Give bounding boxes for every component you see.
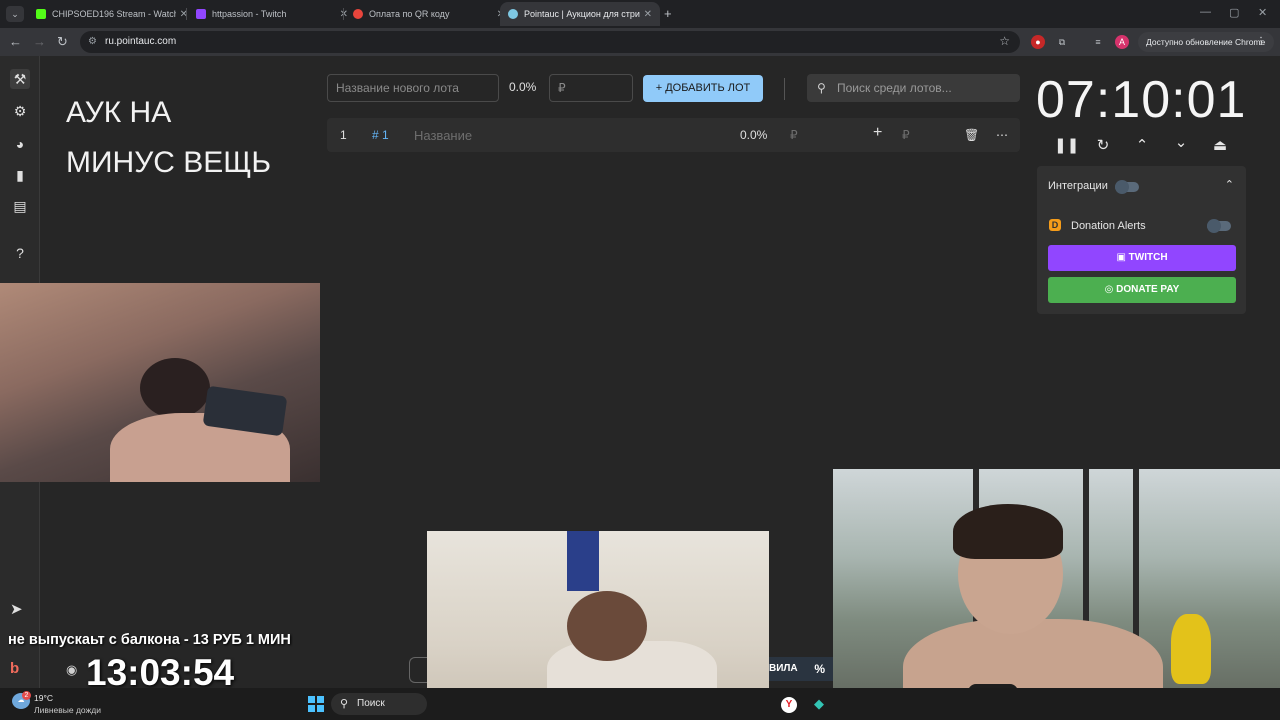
- toolbar-divider: [784, 78, 785, 100]
- webcam-feed-right: [833, 469, 1280, 720]
- tab-search-icon[interactable]: ⌄: [6, 6, 24, 22]
- taskbar-search[interactable]: ⚲ Поиск: [331, 693, 427, 715]
- taskbar-search-label: Поиск: [357, 698, 385, 709]
- tab-title: Оплата по QR коду: [369, 9, 450, 19]
- close-icon[interactable]: ✕: [644, 9, 652, 20]
- search-icon: ⚲: [817, 81, 826, 95]
- tab-pointauc[interactable]: Pointauc | Аукцион для стримеров ✕: [500, 2, 660, 26]
- twitch-favicon-icon: [196, 9, 206, 19]
- clipboard-icon[interactable]: ▤: [10, 196, 30, 216]
- stats-chart-icon[interactable]: ▮: [10, 165, 30, 185]
- donatepay-label: DONATE PAY: [1116, 284, 1180, 295]
- title-line-2: МИНУС ВЕЩЬ: [66, 146, 272, 179]
- integrations-label: Интеграции: [1048, 180, 1108, 192]
- auction-timer: 07:10:01: [1036, 71, 1247, 129]
- donatepay-button[interactable]: ◎ DONATE PAY: [1048, 277, 1236, 303]
- payment-favicon-icon: [353, 9, 363, 19]
- tab-title: httpassion - Twitch: [212, 9, 287, 19]
- browser-tab-bar: ⌄ CHIPSOED196 Stream - Watch Live ✕ http…: [0, 0, 1280, 28]
- twitch-label: TWITCH: [1128, 252, 1168, 263]
- wheel-icon[interactable]: ◕: [10, 134, 30, 154]
- temperature: 19°C: [34, 693, 53, 703]
- gavel-icon[interactable]: ⚒: [10, 69, 30, 89]
- chrome-update-button[interactable]: Доступно обновление Chrome ⋮: [1138, 32, 1274, 52]
- extension-icon[interactable]: ●: [1031, 35, 1045, 49]
- weather-description: Ливневые дожди: [34, 705, 101, 715]
- tab-qr-payment[interactable]: Оплата по QR коду ✕: [345, 2, 513, 26]
- tab-title: CHIPSOED196 Stream - Watch Live: [52, 9, 176, 19]
- lot-id: # 1: [372, 128, 389, 142]
- telegram-icon[interactable]: ➤: [10, 600, 23, 618]
- donation-alerts-icon: D: [1049, 219, 1061, 231]
- pause-icon[interactable]: ❚❚: [1054, 136, 1079, 156]
- rules-text: ВИЛА: [769, 663, 798, 674]
- trash-icon[interactable]: 🗑: [964, 128, 979, 142]
- lot-amount: ₽: [790, 128, 798, 142]
- webcam-feed-left: [0, 283, 320, 482]
- more-menu-icon[interactable]: ⋮: [1256, 32, 1266, 52]
- partial-button[interactable]: [409, 657, 427, 683]
- add-lot-button[interactable]: + ДОБАВИТЬ ЛОТ: [643, 75, 763, 102]
- eye-icon: ◉: [66, 662, 78, 677]
- brand-logo-icon: b: [10, 660, 20, 677]
- profile-avatar[interactable]: A: [1115, 35, 1129, 49]
- rules-banner: ВИЛА %: [769, 657, 833, 681]
- chevron-up-icon[interactable]: ⌃: [1132, 136, 1152, 156]
- search-icon: ⚲: [340, 698, 349, 710]
- lot-percent: 0.0%: [740, 128, 768, 142]
- add-amount-icon[interactable]: +: [873, 124, 882, 142]
- chevron-down-icon[interactable]: ⌄: [1171, 135, 1191, 156]
- close-window-icon[interactable]: ✕: [1258, 6, 1267, 19]
- lot-name-input[interactable]: Название: [414, 128, 472, 143]
- donation-alerts-toggle[interactable]: [1207, 219, 1231, 233]
- integrations-panel: Интеграции ⌃ D Donation Alerts ▣ TWITCH …: [1037, 166, 1246, 314]
- reload-icon[interactable]: ↻: [57, 34, 68, 50]
- collapse-chevron-icon[interactable]: ⌃: [1225, 178, 1234, 191]
- new-lot-amount-input[interactable]: ₽: [549, 74, 633, 102]
- tab-title: Pointauc | Аукцион для стримеров: [524, 9, 640, 19]
- new-tab-icon[interactable]: +: [664, 6, 672, 21]
- integrations-toggle[interactable]: [1115, 180, 1139, 194]
- minimize-icon[interactable]: —: [1200, 6, 1211, 18]
- extensions-puzzle-icon[interactable]: ⧉: [1055, 35, 1069, 49]
- reset-icon[interactable]: ↻: [1093, 136, 1113, 156]
- donation-alerts-label: Donation Alerts: [1071, 220, 1146, 232]
- double-chevron-up-icon[interactable]: ⏏: [1210, 136, 1230, 156]
- weather-badge: 2: [22, 691, 31, 700]
- windows-taskbar: ☁ 2 19°C Ливневые дожди ⚲ Поиск Y ◆: [0, 688, 1280, 720]
- back-icon[interactable]: ←: [9, 34, 22, 49]
- browser-toolbar: ← → ↻ ⚙ ru.pointauc.com ☆ ● ⧉ ≡ A Доступ…: [0, 28, 1280, 56]
- pointauc-favicon-icon: [508, 9, 518, 19]
- donation-ticker: не выпускаьт с балкона - 13 РУБ 1 МИН: [8, 632, 291, 648]
- windows-start-icon[interactable]: [308, 696, 324, 712]
- new-lot-percent: 0.0%: [509, 80, 537, 94]
- yandex-browser-icon[interactable]: Y: [781, 697, 797, 713]
- kick-favicon-icon: [36, 9, 46, 19]
- bookmark-star-icon[interactable]: ☆: [999, 34, 1010, 48]
- more-icon[interactable]: ⋯: [996, 128, 1008, 142]
- lot-index: 1: [340, 128, 347, 142]
- maximize-icon[interactable]: ▢: [1229, 6, 1239, 19]
- new-lot-name-input[interactable]: Название нового лота: [327, 74, 499, 102]
- forward-icon[interactable]: →: [33, 34, 46, 49]
- update-label: Доступно обновление Chrome: [1146, 37, 1266, 47]
- tab-kick-stream[interactable]: CHIPSOED196 Stream - Watch Live ✕: [28, 2, 196, 26]
- gear-icon[interactable]: ⚙: [10, 101, 30, 121]
- help-icon[interactable]: ?: [10, 243, 30, 263]
- tab-twitch[interactable]: httpassion - Twitch ✕: [188, 2, 356, 26]
- lot-search-input[interactable]: ⚲ Поиск среди лотов...: [807, 74, 1020, 102]
- add-lot-label: ДОБАВИТЬ ЛОТ: [665, 82, 751, 94]
- search-placeholder: Поиск среди лотов...: [837, 81, 952, 95]
- address-bar[interactable]: ⚙ ru.pointauc.com ☆: [80, 31, 1020, 53]
- shield-app-icon[interactable]: ◆: [811, 696, 827, 712]
- auction-title: АУК НА МИНУС ВЕЩЬ: [66, 88, 326, 188]
- lot-add-amount[interactable]: ₽: [902, 128, 910, 142]
- title-line-1: АУК НА: [66, 96, 172, 129]
- url-text: ru.pointauc.com: [105, 36, 177, 47]
- media-control-icon[interactable]: ≡: [1091, 35, 1105, 49]
- site-info-icon[interactable]: ⚙: [88, 36, 97, 47]
- percent-symbol: %: [814, 662, 825, 676]
- lot-row[interactable]: 1 # 1 Название 0.0% ₽ + ₽ 🗑 ⋯: [327, 118, 1020, 152]
- twitch-button[interactable]: ▣ TWITCH: [1048, 245, 1236, 271]
